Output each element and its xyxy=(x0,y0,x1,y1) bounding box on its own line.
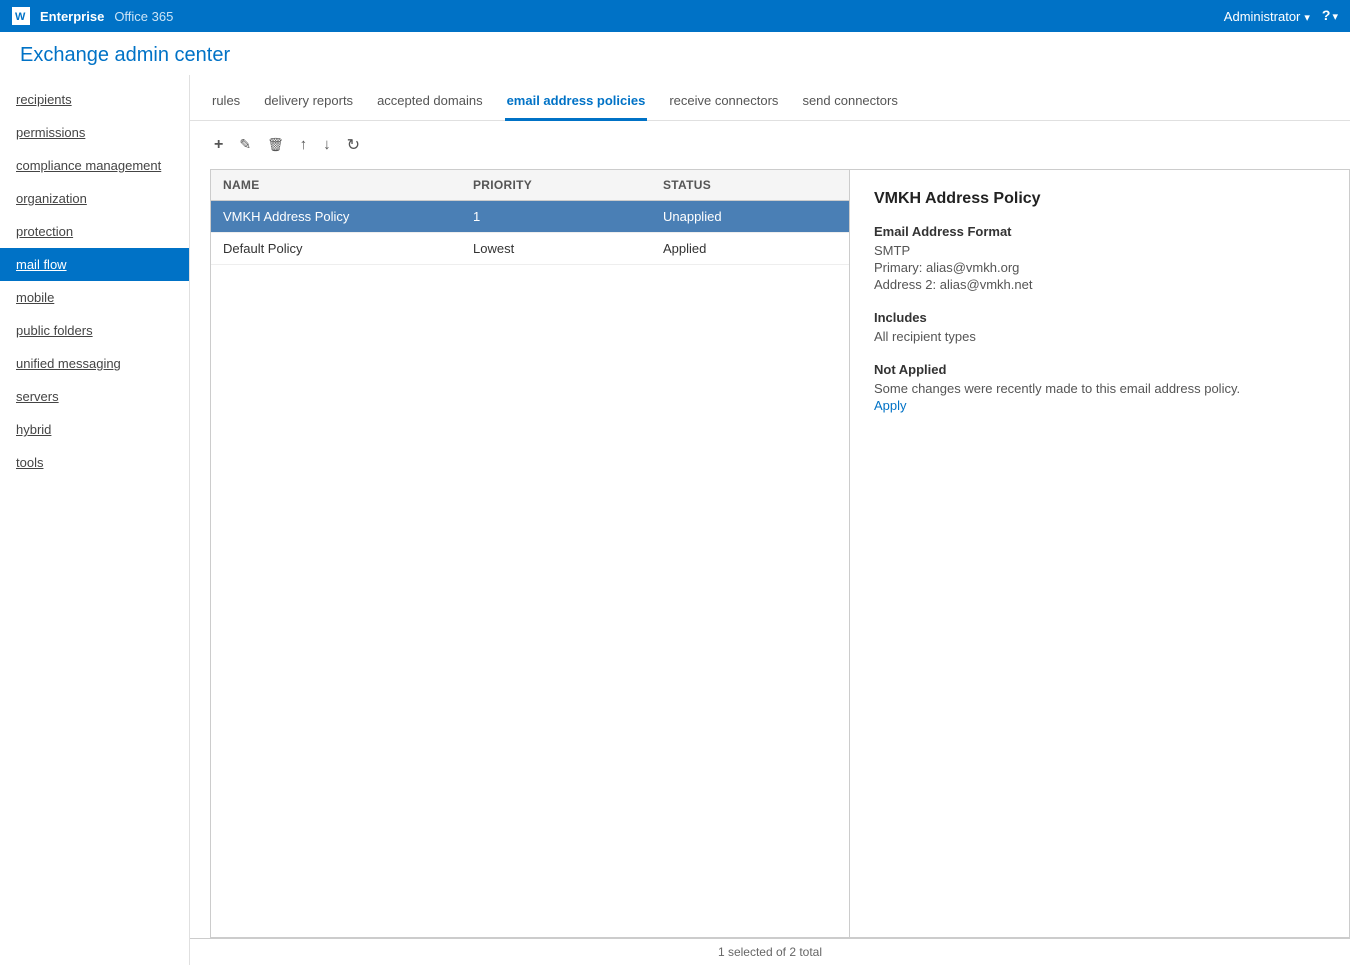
detail-includes-value: All recipient types xyxy=(874,329,1325,344)
edit-icon xyxy=(239,136,251,154)
table-cell-name: VMKH Address Policy xyxy=(211,201,461,232)
toolbar xyxy=(190,121,1350,169)
sidebar-item-permissions[interactable]: permissions xyxy=(0,116,189,149)
move-down-button[interactable] xyxy=(319,134,335,156)
topbar: W Enterprise Office 365 Administrator xyxy=(0,0,1350,32)
detail-not-applied-label: Not Applied xyxy=(874,362,1325,377)
table-cell-priority: 1 xyxy=(461,201,651,232)
sidebar-item-protection[interactable]: protection xyxy=(0,215,189,248)
status-bar: 1 selected of 2 total xyxy=(190,938,1350,965)
sidebar-item-recipients[interactable]: recipients xyxy=(0,83,189,116)
move-up-icon xyxy=(300,136,308,154)
sidebar: recipientspermissionscompliance manageme… xyxy=(0,75,190,965)
help-question-icon xyxy=(1322,7,1331,25)
topbar-enterprise-label: Enterprise xyxy=(40,9,104,24)
sidebar-item-mail-flow[interactable]: mail flow xyxy=(0,248,189,281)
table-cell-name: Default Policy xyxy=(211,233,461,264)
table-cell-status: Unapplied xyxy=(651,201,849,232)
detail-title: VMKH Address Policy xyxy=(874,190,1325,208)
detail-includes-section: Includes All recipient types xyxy=(874,310,1325,344)
move-up-button[interactable] xyxy=(296,134,312,156)
apply-link[interactable]: Apply xyxy=(874,398,907,413)
sidebar-item-organization[interactable]: organization xyxy=(0,182,189,215)
sidebar-item-compliance-management[interactable]: compliance management xyxy=(0,149,189,182)
column-header-priority: PRIORITY xyxy=(461,170,651,200)
column-header-status: STATUS xyxy=(651,170,849,200)
detail-not-applied-desc: Some changes were recently made to this … xyxy=(874,381,1325,396)
add-icon xyxy=(214,136,223,154)
detail-email-format-section: Email Address Format SMTP Primary: alias… xyxy=(874,224,1325,292)
tab-rules[interactable]: rules xyxy=(210,87,242,121)
tab-email-address-policies[interactable]: email address policies xyxy=(505,87,648,121)
detail-address2-label: Address 2: alias@vmkh.net xyxy=(874,277,1325,292)
topbar-help-button[interactable] xyxy=(1322,7,1338,25)
table-cell-priority: Lowest xyxy=(461,233,651,264)
topbar-office365-label: Office 365 xyxy=(114,9,173,24)
table-container: NAME PRIORITY STATUS VMKH Address Policy… xyxy=(210,169,1350,938)
column-header-name: NAME xyxy=(211,170,461,200)
detail-primary-label: Primary: alias@vmkh.org xyxy=(874,260,1325,275)
table-body: VMKH Address Policy1UnappliedDefault Pol… xyxy=(211,201,849,265)
main-layout: recipientspermissionscompliance manageme… xyxy=(0,75,1350,965)
sidebar-item-tools[interactable]: tools xyxy=(0,446,189,479)
table-cell-status: Applied xyxy=(651,233,849,264)
move-down-icon xyxy=(323,136,331,154)
tab-delivery-reports[interactable]: delivery reports xyxy=(262,87,355,121)
detail-not-applied-section: Not Applied Some changes were recently m… xyxy=(874,362,1325,413)
topbar-admin-button[interactable]: Administrator xyxy=(1224,9,1310,24)
detail-includes-label: Includes xyxy=(874,310,1325,325)
detail-email-format-label: Email Address Format xyxy=(874,224,1325,239)
detail-panel: VMKH Address Policy Email Address Format… xyxy=(850,169,1350,938)
svg-text:W: W xyxy=(15,11,26,23)
tab-receive-connectors[interactable]: receive connectors xyxy=(667,87,780,121)
content-area: rules delivery reports accepted domains ema… xyxy=(190,75,1350,965)
table-row[interactable]: VMKH Address Policy1Unapplied xyxy=(211,201,849,233)
refresh-icon xyxy=(347,135,360,155)
topbar-left: W Enterprise Office 365 xyxy=(12,7,173,25)
page-title-bar: Exchange admin center xyxy=(0,32,1350,75)
page-title: Exchange admin center xyxy=(20,44,1330,67)
sidebar-item-public-folders[interactable]: public folders xyxy=(0,314,189,347)
sidebar-item-servers[interactable]: servers xyxy=(0,380,189,413)
table-header: NAME PRIORITY STATUS xyxy=(211,170,849,201)
delete-button[interactable] xyxy=(263,134,288,156)
sidebar-item-hybrid[interactable]: hybrid xyxy=(0,413,189,446)
sidebar-item-mobile[interactable]: mobile xyxy=(0,281,189,314)
topbar-admin-label: Administrator xyxy=(1224,9,1301,24)
status-bar-text: 1 selected of 2 total xyxy=(718,945,822,959)
tab-send-connectors[interactable]: send connectors xyxy=(800,87,899,121)
list-panel: NAME PRIORITY STATUS VMKH Address Policy… xyxy=(210,169,850,938)
table-row[interactable]: Default PolicyLowestApplied xyxy=(211,233,849,265)
tab-accepted-domains[interactable]: accepted domains xyxy=(375,87,485,121)
topbar-admin-chevron-icon xyxy=(1304,9,1310,24)
sidebar-item-unified-messaging[interactable]: unified messaging xyxy=(0,347,189,380)
tab-nav: rules delivery reports accepted domains ema… xyxy=(190,75,1350,121)
delete-icon xyxy=(267,136,284,154)
edit-button[interactable] xyxy=(235,134,255,156)
add-button[interactable] xyxy=(210,134,227,156)
detail-smtp-label: SMTP xyxy=(874,243,1325,258)
topbar-logo: W xyxy=(12,7,30,25)
refresh-button[interactable] xyxy=(343,133,364,157)
topbar-help-chevron-icon xyxy=(1332,7,1338,25)
topbar-right: Administrator xyxy=(1224,7,1338,25)
